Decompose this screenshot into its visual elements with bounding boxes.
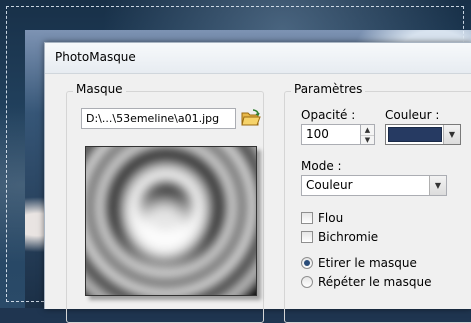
mask-highlight bbox=[116, 157, 236, 277]
parametres-group-label: Paramètres bbox=[291, 82, 366, 96]
chevron-down-icon[interactable]: ▼ bbox=[429, 176, 446, 195]
repeter-radio[interactable] bbox=[301, 276, 313, 288]
opacite-label: Opacité : bbox=[301, 108, 356, 122]
repeter-label[interactable]: Répéter le masque bbox=[318, 275, 431, 289]
mask-preview-image bbox=[85, 146, 257, 296]
couleur-label: Couleur : bbox=[385, 108, 440, 122]
opacite-input[interactable]: 100 bbox=[301, 124, 361, 145]
chevron-down-icon[interactable]: ▼ bbox=[443, 125, 460, 144]
masque-group-label: Masque bbox=[73, 82, 126, 96]
photomasque-dialog: PhotoMasque Masque D:\...\53emeline\a01.… bbox=[44, 42, 471, 323]
spin-down-icon[interactable]: ▼ bbox=[361, 135, 374, 145]
etirer-radio[interactable] bbox=[301, 257, 313, 269]
flou-checkbox[interactable] bbox=[301, 212, 313, 224]
couleur-swatch bbox=[388, 127, 442, 142]
mode-select[interactable]: Couleur ▼ bbox=[301, 175, 447, 196]
opacite-spinner[interactable]: ▲ ▼ bbox=[361, 124, 375, 145]
mode-label: Mode : bbox=[301, 159, 342, 173]
bichromie-checkbox[interactable] bbox=[301, 231, 313, 243]
open-folder-icon[interactable] bbox=[241, 109, 261, 127]
dialog-titlebar[interactable]: PhotoMasque bbox=[45, 43, 471, 74]
mode-select-value: Couleur bbox=[306, 178, 353, 192]
etirer-label[interactable]: Etirer le masque bbox=[318, 256, 417, 270]
flou-label[interactable]: Flou bbox=[318, 211, 343, 225]
couleur-picker[interactable]: ▼ bbox=[385, 124, 461, 145]
dialog-title: PhotoMasque bbox=[55, 50, 136, 64]
mask-file-path-field[interactable]: D:\...\53emeline\a01.jpg bbox=[81, 108, 236, 129]
bichromie-label[interactable]: Bichromie bbox=[318, 230, 378, 244]
